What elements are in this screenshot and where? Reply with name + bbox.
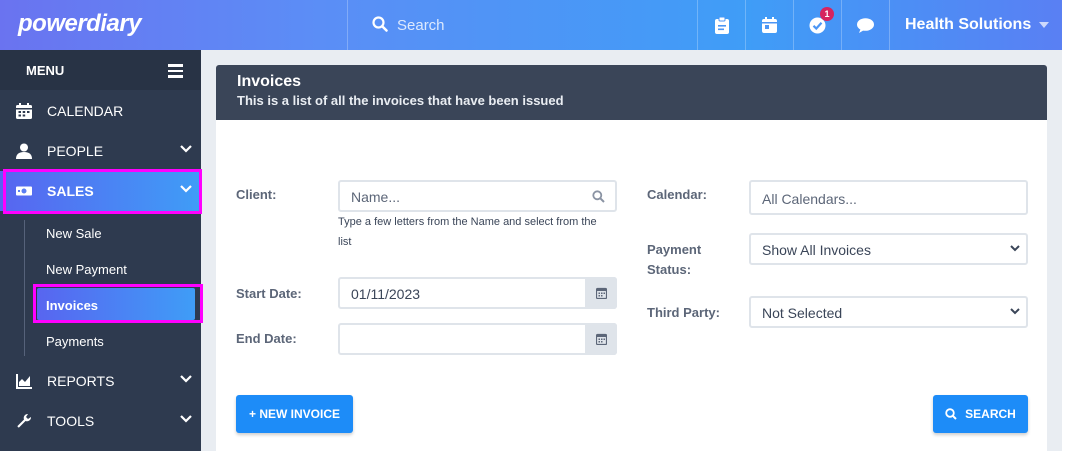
third-party-label: Third Party: bbox=[647, 305, 720, 320]
panel-header: Invoices This is a list of all the invoi… bbox=[216, 65, 1047, 120]
chevron-down-icon bbox=[1010, 308, 1020, 315]
calendar-icon bbox=[595, 287, 607, 299]
calendar-field[interactable]: All Calendars... bbox=[749, 180, 1028, 215]
third-party-value: Not Selected bbox=[762, 305, 843, 321]
tasks-button[interactable] bbox=[698, 0, 746, 50]
start-date-label: Start Date: bbox=[236, 286, 302, 301]
highlight-sales bbox=[3, 169, 202, 214]
search-button[interactable]: SEARCH bbox=[933, 395, 1028, 433]
notification-badge: 1 bbox=[820, 7, 834, 21]
search-placeholder: Search bbox=[397, 17, 445, 34]
sidebar: MENU CALENDAR PEOPLE SALES New Sale New … bbox=[0, 50, 203, 451]
end-date-field[interactable] bbox=[338, 323, 617, 355]
start-date-picker-button[interactable] bbox=[585, 277, 617, 309]
menu-header: MENU bbox=[0, 50, 201, 90]
client-help-text: Type a few letters from the Name and sel… bbox=[338, 216, 597, 248]
calendar-button[interactable] bbox=[746, 0, 794, 50]
payment-status-label: Payment Status: bbox=[647, 242, 702, 277]
client-field[interactable]: Name... bbox=[338, 180, 617, 212]
client-placeholder: Name... bbox=[351, 189, 401, 205]
page-title: Invoices bbox=[237, 73, 302, 90]
sidebar-item-label: PEOPLE bbox=[47, 143, 104, 159]
submenu-guide-line bbox=[24, 220, 25, 356]
start-date-field[interactable]: 01/11/2023 bbox=[338, 277, 617, 309]
sidebar-item-calendar[interactable]: CALENDAR bbox=[0, 91, 201, 131]
page-edge bbox=[1062, 0, 1068, 451]
third-party-select[interactable]: Not Selected bbox=[749, 296, 1028, 328]
person-icon bbox=[16, 143, 32, 159]
account-menu[interactable]: Health Solutions bbox=[890, 0, 1062, 50]
sidebar-item-label: TOOLS bbox=[47, 413, 95, 429]
page-subtitle: This is a list of all the invoices that … bbox=[237, 93, 564, 108]
clipboard-icon bbox=[714, 16, 729, 34]
calendar-label: Calendar: bbox=[647, 187, 707, 202]
chart-icon bbox=[16, 374, 32, 389]
submenu-item-new-payment[interactable]: New Payment bbox=[46, 262, 127, 277]
start-date-value: 01/11/2023 bbox=[351, 286, 421, 302]
end-date-label: End Date: bbox=[236, 331, 297, 346]
client-label: Client: bbox=[236, 187, 277, 202]
search-icon bbox=[592, 190, 605, 203]
global-search[interactable]: Search bbox=[347, 0, 698, 50]
submenu-item-new-sale[interactable]: New Sale bbox=[46, 226, 102, 241]
chevron-down-icon bbox=[180, 415, 192, 423]
highlight-invoices bbox=[33, 284, 203, 323]
hamburger-icon[interactable] bbox=[168, 64, 183, 78]
caret-down-icon bbox=[1039, 22, 1050, 28]
notifications-button[interactable]: 1 bbox=[794, 0, 842, 50]
top-bar: powerdiary Search 1 Health Solutions bbox=[0, 0, 1068, 50]
submenu-item-payments[interactable]: Payments bbox=[46, 334, 104, 349]
chevron-down-icon bbox=[1010, 245, 1020, 252]
search-button-label: SEARCH bbox=[965, 407, 1016, 421]
sidebar-item-label: CALENDAR bbox=[47, 103, 124, 119]
sidebar-item-people[interactable]: PEOPLE bbox=[0, 131, 201, 171]
search-icon bbox=[372, 16, 388, 32]
calendar-icon bbox=[762, 17, 777, 33]
app-logo[interactable]: powerdiary bbox=[18, 10, 142, 38]
chevron-down-icon bbox=[180, 375, 192, 383]
chat-icon bbox=[857, 17, 874, 33]
search-icon bbox=[945, 408, 957, 420]
payment-status-select[interactable]: Show All Invoices bbox=[749, 233, 1028, 265]
sidebar-item-reports[interactable]: REPORTS bbox=[0, 361, 201, 401]
new-invoice-button[interactable]: + NEW INVOICE bbox=[236, 395, 353, 433]
sidebar-item-tools[interactable]: TOOLS bbox=[0, 401, 201, 441]
chevron-down-icon bbox=[180, 145, 192, 153]
wrench-icon bbox=[17, 413, 32, 428]
account-name: Health Solutions bbox=[905, 16, 1032, 33]
calendar-placeholder: All Calendars... bbox=[762, 191, 857, 207]
end-date-picker-button[interactable] bbox=[585, 323, 617, 355]
menu-label: MENU bbox=[26, 63, 65, 78]
calendar-icon bbox=[595, 333, 607, 345]
calendar-icon bbox=[16, 103, 32, 119]
payment-status-value: Show All Invoices bbox=[762, 242, 871, 258]
messages-button[interactable] bbox=[842, 0, 890, 50]
sidebar-item-label: REPORTS bbox=[47, 373, 115, 389]
